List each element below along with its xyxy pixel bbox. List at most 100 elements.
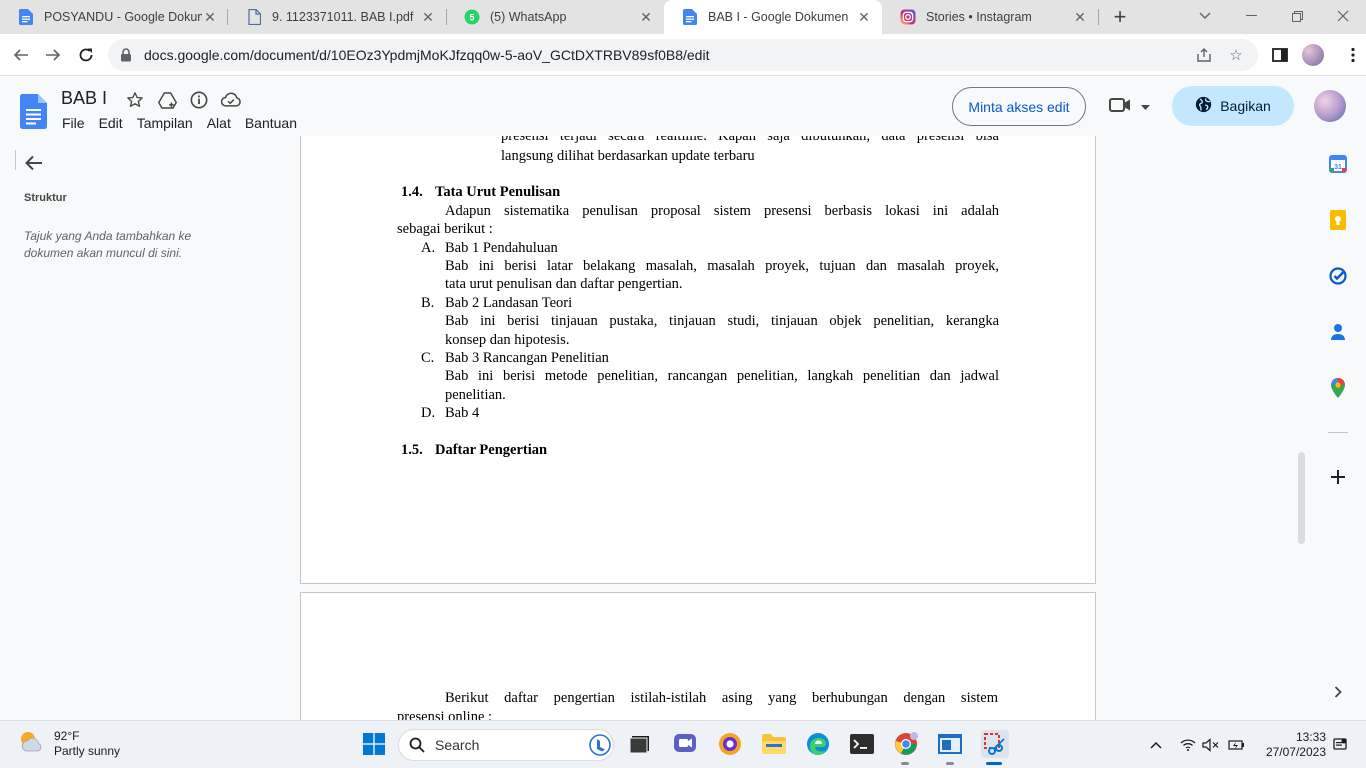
clock-date: 27/07/2023 <box>1265 745 1326 759</box>
maps-icon[interactable] <box>1328 378 1348 398</box>
window-app-icon[interactable] <box>937 731 963 757</box>
forward-arrow-icon[interactable] <box>40 42 66 68</box>
menu-edit[interactable]: Edit <box>99 115 123 131</box>
tasks-icon[interactable] <box>1328 266 1348 286</box>
menu-view[interactable]: Tampilan <box>137 115 193 131</box>
notification-icon[interactable] <box>1330 735 1350 755</box>
account-avatar[interactable] <box>1314 90 1346 122</box>
paragraph-line: presensi terjadi secara realtime. Kapan … <box>501 136 999 144</box>
list-item-desc: Bab ini berisi metode penelitian, rancan… <box>445 368 999 384</box>
outline-hint-text: Tajuk yang Anda tambahkan ke dokumen aka… <box>24 229 192 260</box>
paragraph-line: sebagai berikut : <box>397 221 493 237</box>
tab-search-icon[interactable] <box>1182 0 1228 32</box>
menu-help[interactable]: Bantuan <box>245 115 297 131</box>
list-letter: D. <box>421 405 436 421</box>
browser-tab[interactable]: 9. 1123371011. BAB I.pdf ✕ <box>228 0 446 34</box>
restore-button[interactable] <box>1274 0 1320 32</box>
menu-file[interactable]: File <box>62 115 85 131</box>
chrome-icon[interactable] <box>893 731 919 757</box>
section-heading: Tata Urut Penulisan <box>435 184 561 200</box>
calendar-icon[interactable]: 31 <box>1328 154 1348 174</box>
info-icon[interactable] <box>189 90 209 110</box>
wifi-icon[interactable] <box>1178 735 1198 755</box>
terminal-icon[interactable] <box>849 731 875 757</box>
document-page[interactable]: Berikut daftar pengertian istilah-istila… <box>300 592 1096 720</box>
browser-tab-strip: POSYANDU - Google Dokum ✕ 9. 1123371011.… <box>0 0 1366 34</box>
tab-title: POSYANDU - Google Dokum <box>44 10 202 24</box>
request-edit-access-button[interactable]: Minta akses edit <box>952 87 1086 126</box>
chevron-right-icon[interactable] <box>1328 682 1348 702</box>
heading-number: 1.4. <box>401 184 423 200</box>
document-canvas[interactable]: presensi terjadi secara realtime. Kapan … <box>300 136 1300 720</box>
panel-edge-marker <box>15 150 16 170</box>
cloud-status-icon[interactable] <box>221 90 241 110</box>
list-item-desc: Bab ini berisi latar belakang masalah, m… <box>445 258 999 274</box>
side-panel-icon[interactable] <box>1267 42 1293 68</box>
document-page[interactable]: presensi terjadi secara realtime. Kapan … <box>300 136 1096 584</box>
bing-icon <box>589 734 611 756</box>
edge-browser-icon[interactable] <box>805 731 831 757</box>
tab-title: (5) WhatsApp <box>490 10 567 24</box>
browser-tab-active[interactable]: BAB I - Google Dokumen ✕ <box>664 0 882 34</box>
document-title[interactable]: BAB I <box>61 88 107 109</box>
close-icon[interactable]: ✕ <box>638 9 654 25</box>
video-camera-icon <box>1108 96 1132 119</box>
more-menu-icon[interactable] <box>1340 42 1366 68</box>
browser-tab[interactable]: Stories • Instagram ✕ <box>882 0 1098 34</box>
bookmark-star-icon[interactable]: ☆ <box>1226 45 1246 65</box>
meet-button[interactable] <box>1108 96 1152 118</box>
weather-widget[interactable]: 92°F Partly sunny <box>18 729 120 760</box>
browser-app-icon[interactable] <box>717 731 743 757</box>
taskbar-search-box[interactable]: Search <box>398 729 614 761</box>
browser-tab[interactable]: POSYANDU - Google Dokum ✕ <box>0 0 228 34</box>
minimize-button[interactable] <box>1228 0 1274 32</box>
lock-icon[interactable] <box>120 48 134 62</box>
pdf-file-icon <box>246 9 262 25</box>
contacts-icon[interactable] <box>1328 322 1348 342</box>
partly-sunny-icon <box>18 729 44 760</box>
paragraph-line: Berikut daftar pengertian istilah-istila… <box>445 690 998 706</box>
browser-tab[interactable]: 5 (5) WhatsApp ✕ <box>446 0 664 34</box>
star-icon[interactable] <box>125 90 145 110</box>
windows-start-icon[interactable] <box>361 731 387 757</box>
back-arrow-icon[interactable] <box>8 42 34 68</box>
add-to-drive-icon[interactable] <box>157 90 177 110</box>
outline-label: Struktur <box>24 192 67 204</box>
docs-header: BAB I File Edit Tampilan Alat Bantuan Mi… <box>0 76 1366 136</box>
instagram-icon <box>900 9 916 25</box>
close-icon[interactable]: ✕ <box>1072 9 1088 25</box>
paragraph-line: langsung dilihat berdasarkan update terb… <box>501 148 755 164</box>
new-tab-button[interactable]: + <box>1108 4 1132 29</box>
paragraph-line: presensi online : <box>397 709 493 720</box>
system-clock[interactable]: 13:33 27/07/2023 <box>1258 730 1326 760</box>
keep-icon[interactable] <box>1328 210 1348 230</box>
reload-icon[interactable] <box>73 42 99 68</box>
battery-charging-icon[interactable] <box>1226 735 1246 755</box>
close-icon[interactable]: ✕ <box>420 9 436 25</box>
share-page-icon[interactable] <box>1194 45 1214 65</box>
close-outline-arrow-icon[interactable] <box>24 153 46 175</box>
profile-avatar[interactable] <box>1302 44 1324 66</box>
volume-muted-icon[interactable] <box>1201 735 1221 755</box>
add-addon-icon[interactable] <box>1328 467 1348 487</box>
heading-number: 1.5. <box>401 442 423 458</box>
windows-taskbar: 92°F Partly sunny Search 13:33 27/07/202… <box>0 720 1366 768</box>
close-window-button[interactable] <box>1320 0 1366 32</box>
address-bar[interactable]: docs.google.com/document/d/10EOz3YpdmjMo… <box>108 39 1258 71</box>
close-icon[interactable]: ✕ <box>202 9 218 25</box>
task-view-icon[interactable] <box>627 731 653 757</box>
file-explorer-icon[interactable] <box>761 731 787 757</box>
google-docs-logo-icon[interactable] <box>20 94 47 129</box>
document-scrollbar[interactable] <box>1298 452 1305 544</box>
snipping-tool-icon[interactable] <box>981 730 1009 758</box>
close-icon[interactable]: ✕ <box>856 9 872 25</box>
running-indicator <box>946 762 954 765</box>
clock-time: 13:33 <box>1295 730 1326 744</box>
menu-tools[interactable]: Alat <box>207 115 231 131</box>
share-button[interactable]: Bagikan <box>1172 86 1294 126</box>
chevron-up-icon[interactable] <box>1146 735 1166 755</box>
tab-title: 9. 1123371011. BAB I.pdf <box>272 10 414 24</box>
teams-chat-icon[interactable] <box>672 731 698 757</box>
menu-bar: File Edit Tampilan Alat Bantuan <box>62 115 311 131</box>
active-indicator <box>986 762 1002 765</box>
